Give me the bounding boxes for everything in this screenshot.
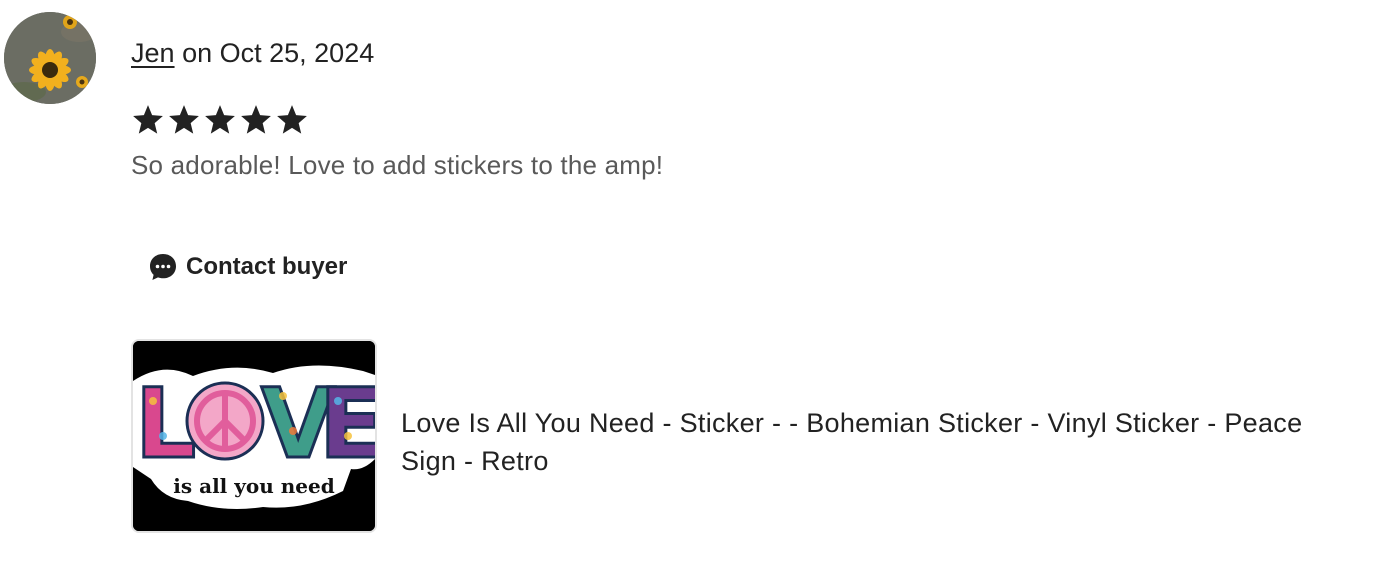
star-icon [241, 105, 271, 134]
star-icon [169, 105, 199, 134]
sunflower-icon [4, 12, 96, 104]
contact-buyer-label: Contact buyer [186, 253, 348, 280]
date-prefix: on [182, 38, 213, 68]
thumbnail-caption: is all you need [173, 474, 334, 498]
star-icon [277, 105, 307, 134]
review-header: Jen on Oct 25, 2024 [131, 38, 374, 69]
svg-text:E: E [319, 368, 375, 480]
product-image: L V E is all you need [133, 341, 375, 531]
star-icon [205, 105, 235, 134]
product-thumbnail[interactable]: L V E is all you need [131, 339, 377, 533]
review-date: Oct 25, 2024 [219, 38, 375, 68]
star-rating [131, 103, 309, 137]
reviewer-avatar[interactable] [4, 12, 96, 104]
review-text: So adorable! Love to add stickers to the… [131, 150, 664, 180]
contact-buyer-button[interactable]: Contact buyer [140, 246, 355, 288]
chat-bubble-icon [150, 254, 176, 280]
reviewer-name-link[interactable]: Jen [131, 38, 175, 68]
star-icon [133, 105, 163, 134]
product-title-link[interactable]: Love Is All You Need - Sticker - - Bohem… [401, 404, 1361, 480]
